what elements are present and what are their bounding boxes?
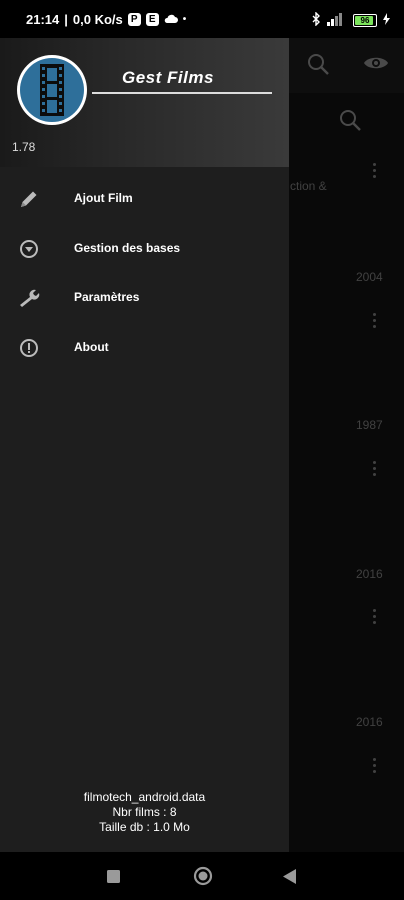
notification-e-icon: E <box>145 13 159 26</box>
signal-icon <box>327 12 347 29</box>
app-version: 1.78 <box>12 140 36 154</box>
pencil-icon <box>18 188 40 210</box>
battery-icon: 96 <box>353 14 377 27</box>
bluetooth-icon <box>312 11 321 29</box>
status-time: 21:14 <box>26 12 60 27</box>
charging-icon <box>383 13 390 28</box>
menu-item-label: Paramètres <box>74 290 140 304</box>
drawer-footer: filmotech_android.data Nbr films : 8 Tai… <box>0 790 289 835</box>
status-bar: 21:14 | 0,0 Ko/s P E • 96 <box>0 0 404 38</box>
status-net-speed: 0,0 Ko/s <box>72 12 123 27</box>
film-count: Nbr films : 8 <box>112 805 177 819</box>
wrench-icon <box>18 287 40 309</box>
menu-item-label: About <box>74 339 109 354</box>
info-icon <box>18 337 40 359</box>
film-strip-icon <box>40 64 64 116</box>
title-divider <box>92 92 272 94</box>
menu-item-label: Gestion des bases <box>74 240 181 255</box>
app-title: Gest Films <box>122 68 214 87</box>
database-file-name: filmotech_android.data <box>83 790 206 804</box>
menu-item-about[interactable]: About <box>0 323 289 373</box>
more-notifications-icon: • <box>182 14 187 25</box>
battery-level: 96 <box>360 16 370 25</box>
chevron-circle-icon <box>18 238 40 260</box>
cloud-icon <box>164 12 178 27</box>
notification-p-icon: P <box>127 13 141 26</box>
recent-apps-button[interactable] <box>107 870 120 888</box>
drawer-header: Gest Films 1.78 <box>0 38 289 167</box>
menu-item-parametres[interactable]: Paramètres <box>0 273 289 323</box>
navigation-drawer: Gest Films 1.78 Ajout Film Gestion des b… <box>0 38 289 852</box>
menu-item-ajout-film[interactable]: Ajout Film <box>0 174 289 224</box>
system-navigation-bar <box>0 852 404 900</box>
home-button[interactable] <box>193 866 213 891</box>
menu-item-gestion-des-bases[interactable]: Gestion des bases <box>0 224 289 274</box>
app-logo <box>17 55 87 125</box>
menu-item-label: Ajout Film <box>74 191 133 205</box>
status-separator: | <box>64 12 68 27</box>
database-size: Taille db : 1.0 Mo <box>99 820 190 834</box>
drawer-menu: Ajout Film Gestion des bases Paramètres … <box>0 174 289 372</box>
back-button[interactable] <box>283 869 296 889</box>
